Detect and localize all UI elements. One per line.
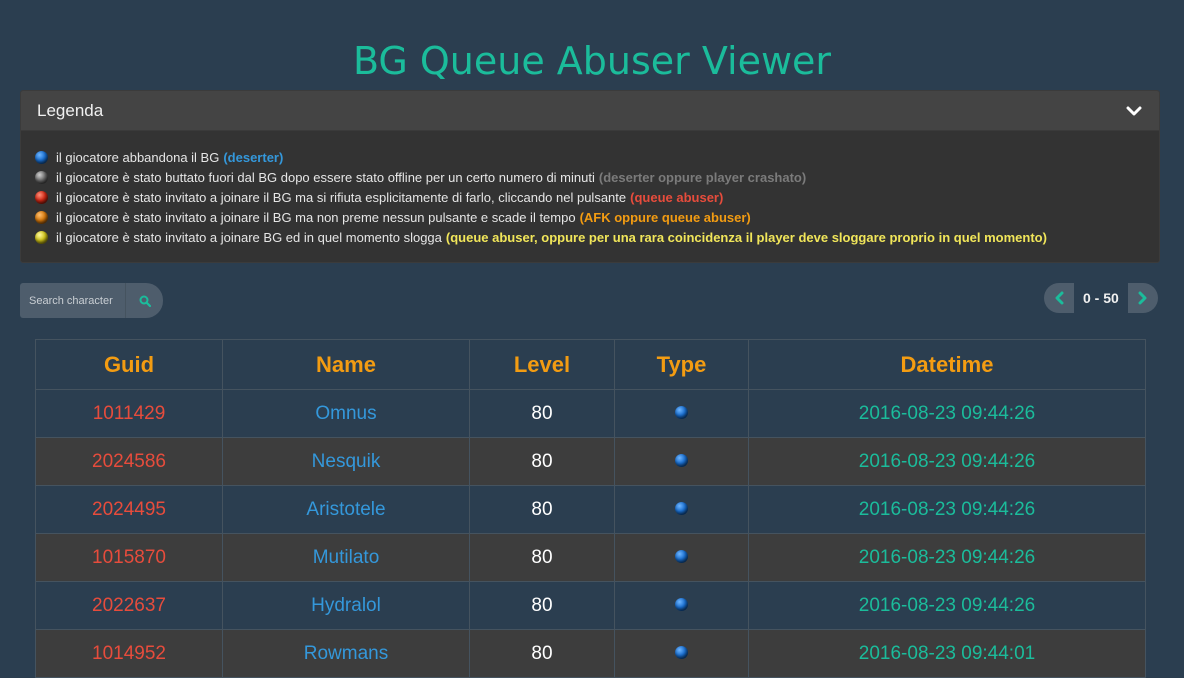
legend-title: Legenda <box>37 100 104 120</box>
type-cell <box>614 629 749 678</box>
datetime-cell: 2016-08-23 09:44:26 <box>748 485 1146 534</box>
legend-item-note: (AFK oppure queue abuser) <box>579 209 751 225</box>
chevron-down-icon[interactable] <box>1125 102 1143 120</box>
column-header-name[interactable]: Name <box>222 339 470 390</box>
legend-item: il giocatore è stato invitato a joinare … <box>35 207 1145 227</box>
table-row[interactable]: 2024586 Nesquik 80 2016-08-23 09:44:26 <box>35 437 1146 486</box>
guid-cell: 2024495 <box>35 485 223 534</box>
legend-item-text: il giocatore è stato invitato a joinare … <box>56 189 627 205</box>
legend-item-text: il giocatore abbandona il BG <box>56 149 220 165</box>
guid-cell: 2022637 <box>35 581 223 630</box>
blue-orb-icon <box>675 502 688 515</box>
level-cell: 80 <box>469 581 615 630</box>
type-cell <box>614 437 749 486</box>
guid-cell: 1011429 <box>35 389 223 438</box>
legend-body: il giocatore abbandona il BG (deserter) il… <box>21 131 1159 247</box>
chevron-right-icon <box>1138 291 1147 305</box>
table-row[interactable]: 2024495 Aristotele 80 2016-08-23 09:44:26 <box>35 485 1146 534</box>
datetime-cell: 2016-08-23 09:44:01 <box>748 629 1146 678</box>
legend-item-note: (deserter) <box>223 149 284 165</box>
column-header-datetime[interactable]: Datetime <box>748 339 1146 390</box>
legend-item: il giocatore abbandona il BG (deserter) <box>35 147 1145 167</box>
datetime-cell: 2016-08-23 09:44:26 <box>748 581 1146 630</box>
table-row[interactable]: 2022637 Hydralol 80 2016-08-23 09:44:26 <box>35 581 1146 630</box>
type-cell <box>614 533 749 582</box>
legend-item-text: il giocatore è stato buttato fuori dal B… <box>56 169 595 185</box>
search-icon <box>139 295 151 307</box>
legend-item-text: il giocatore è stato invitato a joinare … <box>56 209 576 225</box>
next-page-button[interactable] <box>1127 283 1158 313</box>
gray-orb-icon <box>35 170 48 184</box>
name-cell[interactable]: Hydralol <box>222 581 470 630</box>
table-row[interactable]: 1011429 Omnus 80 2016-08-23 09:44:26 <box>35 389 1146 438</box>
search-form <box>20 283 163 318</box>
level-cell: 80 <box>469 389 615 438</box>
table-body: 1011429 Omnus 80 2016-08-23 09:44:26 2024586… <box>35 389 1146 678</box>
legend-item: il giocatore è stato invitato a joinare … <box>35 187 1145 207</box>
blue-orb-icon <box>675 406 688 419</box>
table-row[interactable]: 1015870 Mutilato 80 2016-08-23 09:44:26 <box>35 533 1146 582</box>
level-cell: 80 <box>469 437 615 486</box>
type-cell <box>614 389 749 438</box>
type-cell <box>614 485 749 534</box>
column-header-type[interactable]: Type <box>614 339 749 390</box>
guid-cell: 2024586 <box>35 437 223 486</box>
legend-item: il giocatore è stato invitato a joinare … <box>35 227 1145 247</box>
legend-item-note: (queue abuser, oppure per una rara coinc… <box>445 229 1047 245</box>
search-input[interactable] <box>20 283 125 318</box>
legend-panel: Legenda il giocatore abbandona il BG (des… <box>20 90 1160 263</box>
column-header-level[interactable]: Level <box>469 339 615 390</box>
red-orb-icon <box>35 190 48 204</box>
legend-header[interactable]: Legenda <box>21 91 1159 131</box>
prev-page-button[interactable] <box>1044 283 1074 313</box>
legend-item: il giocatore è stato buttato fuori dal B… <box>35 167 1145 187</box>
pagination: 0 - 50 <box>1044 283 1158 313</box>
legend-item-note: (queue abuser) <box>630 189 724 205</box>
blue-orb-icon <box>35 150 48 164</box>
page-range: 0 - 50 <box>1074 283 1128 313</box>
level-cell: 80 <box>469 485 615 534</box>
yellow-orb-icon <box>35 230 48 244</box>
blue-orb-icon <box>675 550 688 563</box>
datetime-cell: 2016-08-23 09:44:26 <box>748 437 1146 486</box>
table-row[interactable]: 1014952 Rowmans 80 2016-08-23 09:44:01 <box>35 629 1146 678</box>
guid-cell: 1014952 <box>35 629 223 678</box>
datetime-cell: 2016-08-23 09:44:26 <box>748 389 1146 438</box>
orange-orb-icon <box>35 210 48 224</box>
level-cell: 80 <box>469 533 615 582</box>
guid-cell: 1015870 <box>35 533 223 582</box>
chevron-left-icon <box>1055 291 1064 305</box>
name-cell[interactable]: Aristotele <box>222 485 470 534</box>
abuser-table: Guid Name Level Type Datetime 1011429 Omn… <box>35 339 1146 678</box>
type-cell <box>614 581 749 630</box>
level-cell: 80 <box>469 629 615 678</box>
name-cell[interactable]: Omnus <box>222 389 470 438</box>
name-cell[interactable]: Rowmans <box>222 629 470 678</box>
legend-item-text: il giocatore è stato invitato a joinare … <box>56 229 442 245</box>
page-title: BG Queue Abuser Viewer <box>352 39 832 84</box>
table-header-row: Guid Name Level Type Datetime <box>35 339 1146 390</box>
datetime-cell: 2016-08-23 09:44:26 <box>748 533 1146 582</box>
name-cell[interactable]: Mutilato <box>222 533 470 582</box>
search-button[interactable] <box>125 283 163 318</box>
column-header-guid[interactable]: Guid <box>35 339 223 390</box>
blue-orb-icon <box>675 454 688 467</box>
name-cell[interactable]: Nesquik <box>222 437 470 486</box>
legend-item-note: (deserter oppure player crashato) <box>598 169 807 185</box>
blue-orb-icon <box>675 598 688 611</box>
